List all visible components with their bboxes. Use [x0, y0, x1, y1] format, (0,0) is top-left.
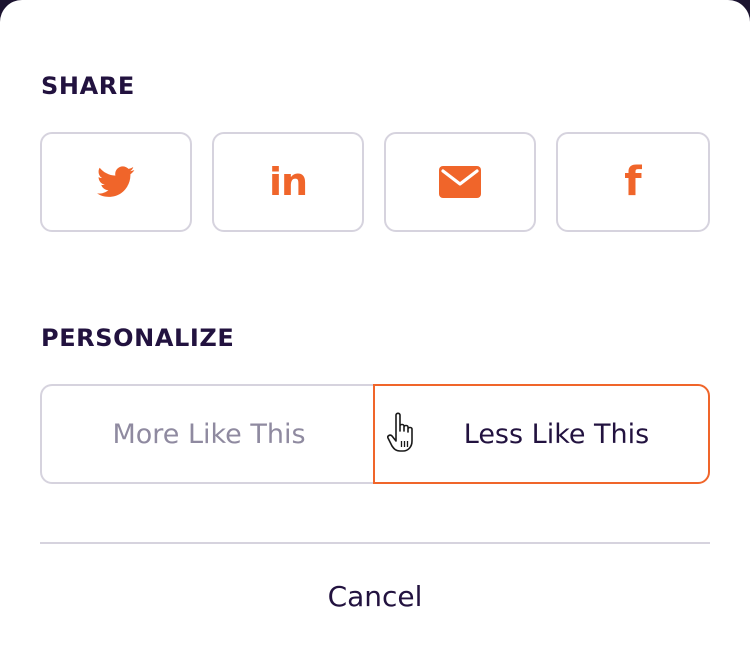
- more-like-this-button[interactable]: More Like This: [40, 384, 376, 484]
- personalize-toggle: More Like This Less Like This: [40, 384, 710, 484]
- cancel-label: Cancel: [327, 579, 423, 613]
- share-buttons-row: in f: [40, 132, 710, 232]
- twitter-icon: [97, 166, 135, 197]
- share-section-title: SHARE: [41, 72, 135, 100]
- cancel-button[interactable]: Cancel: [40, 560, 710, 632]
- personalize-section-title: PERSONALIZE: [41, 324, 235, 352]
- share-sheet: SHARE in f PERSONALIZE More Like This Le…: [0, 0, 750, 660]
- facebook-icon: f: [624, 159, 642, 205]
- share-twitter-button[interactable]: [40, 132, 192, 232]
- less-like-this-label: Less Like This: [463, 418, 650, 450]
- less-like-this-button[interactable]: Less Like This: [373, 384, 710, 484]
- share-linkedin-button[interactable]: in: [212, 132, 364, 232]
- envelope-icon: [439, 166, 481, 198]
- linkedin-icon: in: [268, 160, 308, 204]
- share-facebook-button[interactable]: f: [556, 132, 710, 232]
- divider: [40, 542, 710, 544]
- more-like-this-label: More Like This: [112, 418, 306, 450]
- share-email-button[interactable]: [384, 132, 536, 232]
